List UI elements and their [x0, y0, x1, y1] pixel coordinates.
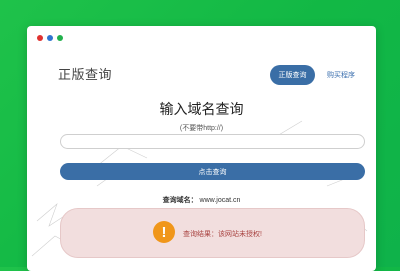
window-controls	[37, 35, 63, 41]
window-close-dot[interactable]	[37, 35, 43, 41]
queried-domain-value: www.jocat.cn	[199, 197, 241, 204]
window-minimize-dot[interactable]	[47, 35, 53, 41]
query-button[interactable]: 点击查询	[60, 163, 365, 180]
warning-exclamation-icon: !	[153, 221, 175, 243]
nav-tab-genuine-check[interactable]: 正版查询	[270, 65, 315, 85]
form-hint: (不要带http://)	[179, 125, 224, 132]
browser-window: 正版查询 正版查询 购买程序 输入域名查询 (不要带http://) 点击查询 …	[27, 26, 376, 271]
window-maximize-dot[interactable]	[57, 35, 63, 41]
form-heading: 输入域名查询	[159, 101, 244, 117]
queried-domain: 查询域名： www.jocat.cn	[27, 195, 376, 205]
page-title: 正版查询	[58, 67, 113, 82]
queried-domain-label: 查询域名：	[162, 197, 198, 204]
result-alert: ! 查询结果：该网站未授权!	[60, 208, 365, 258]
result-message: 查询结果：该网站未授权!	[183, 231, 262, 238]
nav-link-buy-program[interactable]: 购买程序	[327, 70, 355, 80]
domain-input[interactable]	[60, 134, 365, 149]
